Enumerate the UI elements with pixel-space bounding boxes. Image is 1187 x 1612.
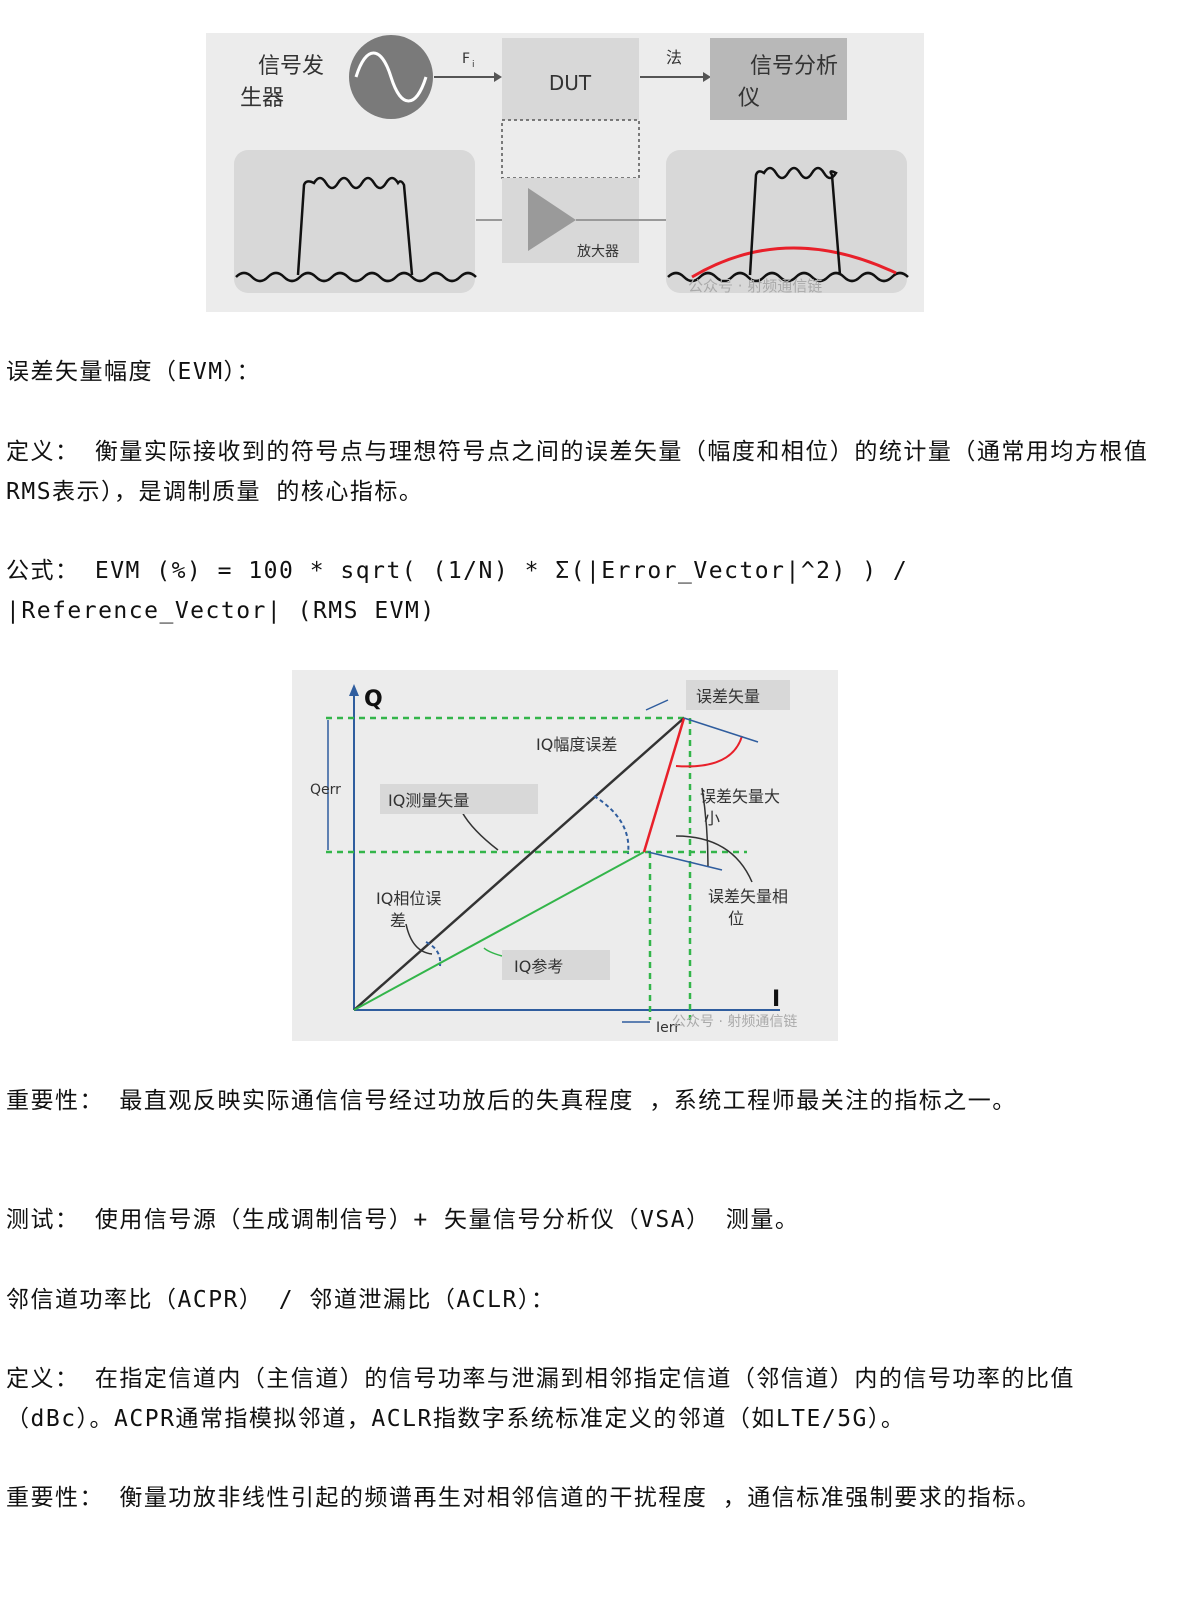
error-phase-label-2: 位	[728, 909, 744, 928]
arrow-label: 法	[666, 48, 682, 67]
evm-test: 测试： 使用信号源（生成调制信号）+ 矢量信号分析仪（VSA） 测量。	[6, 1207, 800, 1233]
error-mag-label-1: 误差矢量大	[700, 787, 780, 806]
evm-importance: 重要性： 最直观反映实际通信信号经过功放后的失真程度 ，系统工程师最关注的指标之…	[6, 1088, 1017, 1114]
evm-formula-line2: |Reference_Vector| (RMS EVM)	[6, 598, 436, 624]
phase-error-label-1: IQ相位误	[376, 889, 441, 908]
error-mag-label-2: 小	[704, 809, 720, 828]
iq-mag-error-label: IQ幅度误差	[536, 735, 617, 754]
amplifier-label: 放大器	[577, 244, 619, 260]
figure2-background	[292, 670, 838, 1041]
evm-definition: 定义： 衡量实际接收到的符号点与理想符号点之间的误差矢量（幅度和相位）的统计量（…	[6, 439, 1149, 505]
i-axis-label: I	[772, 987, 780, 1012]
qerr-label: Qerr	[310, 782, 341, 798]
acpr-importance: 重要性： 衡量功放非线性引起的频谱再生对相邻信道的干扰程度 ，通信标准强制要求的…	[6, 1485, 1042, 1511]
generator-label-1: 信号发	[258, 54, 324, 79]
generator-label-2: 生器	[240, 86, 284, 111]
evm-vector-figure: Q I Qerr 误差矢量 IQ幅度误差 IQ测量矢量 误差矢量大 小 IQ相位…	[292, 670, 838, 1041]
error-vector-label: 误差矢量	[696, 687, 760, 706]
phase-error-label-2: 差	[390, 911, 406, 930]
fi-label: F	[462, 51, 470, 67]
iq-measured-label: IQ测量矢量	[388, 791, 469, 810]
analyzer-box	[710, 38, 847, 120]
test-setup-figure: 信号发 生器 F i DUT 法 信号分析 仪 放大器 公众号 · 射频通信链	[206, 33, 924, 312]
fi-subscript: i	[472, 60, 475, 70]
acpr-definition: 定义： 在指定信道内（主信道）的信号功率与泄漏到相邻指定信道（邻信道）内的信号功…	[6, 1366, 1075, 1432]
sine-source-icon	[349, 35, 433, 119]
iq-reference-label: IQ参考	[514, 957, 563, 976]
q-axis-label: Q	[364, 687, 383, 712]
analyzer-label-1: 信号分析	[750, 54, 838, 79]
figure1-watermark: 公众号 · 射频通信链	[688, 277, 822, 295]
error-phase-label-1: 误差矢量相	[708, 887, 788, 906]
evm-formula-line1: 公式： EVM (%) = 100 * sqrt( (1/N) * Σ(|Err…	[6, 558, 909, 584]
evm-heading: 误差矢量幅度（EVM）：	[6, 359, 262, 385]
dut-label: DUT	[549, 71, 592, 95]
figure2-watermark: 公众号 · 射频通信链	[672, 1014, 797, 1030]
input-spectrum-panel	[234, 150, 475, 293]
analyzer-label-2: 仪	[738, 86, 760, 111]
acpr-heading: 邻信道功率比（ACPR） / 邻道泄漏比（ACLR）：	[6, 1287, 556, 1313]
